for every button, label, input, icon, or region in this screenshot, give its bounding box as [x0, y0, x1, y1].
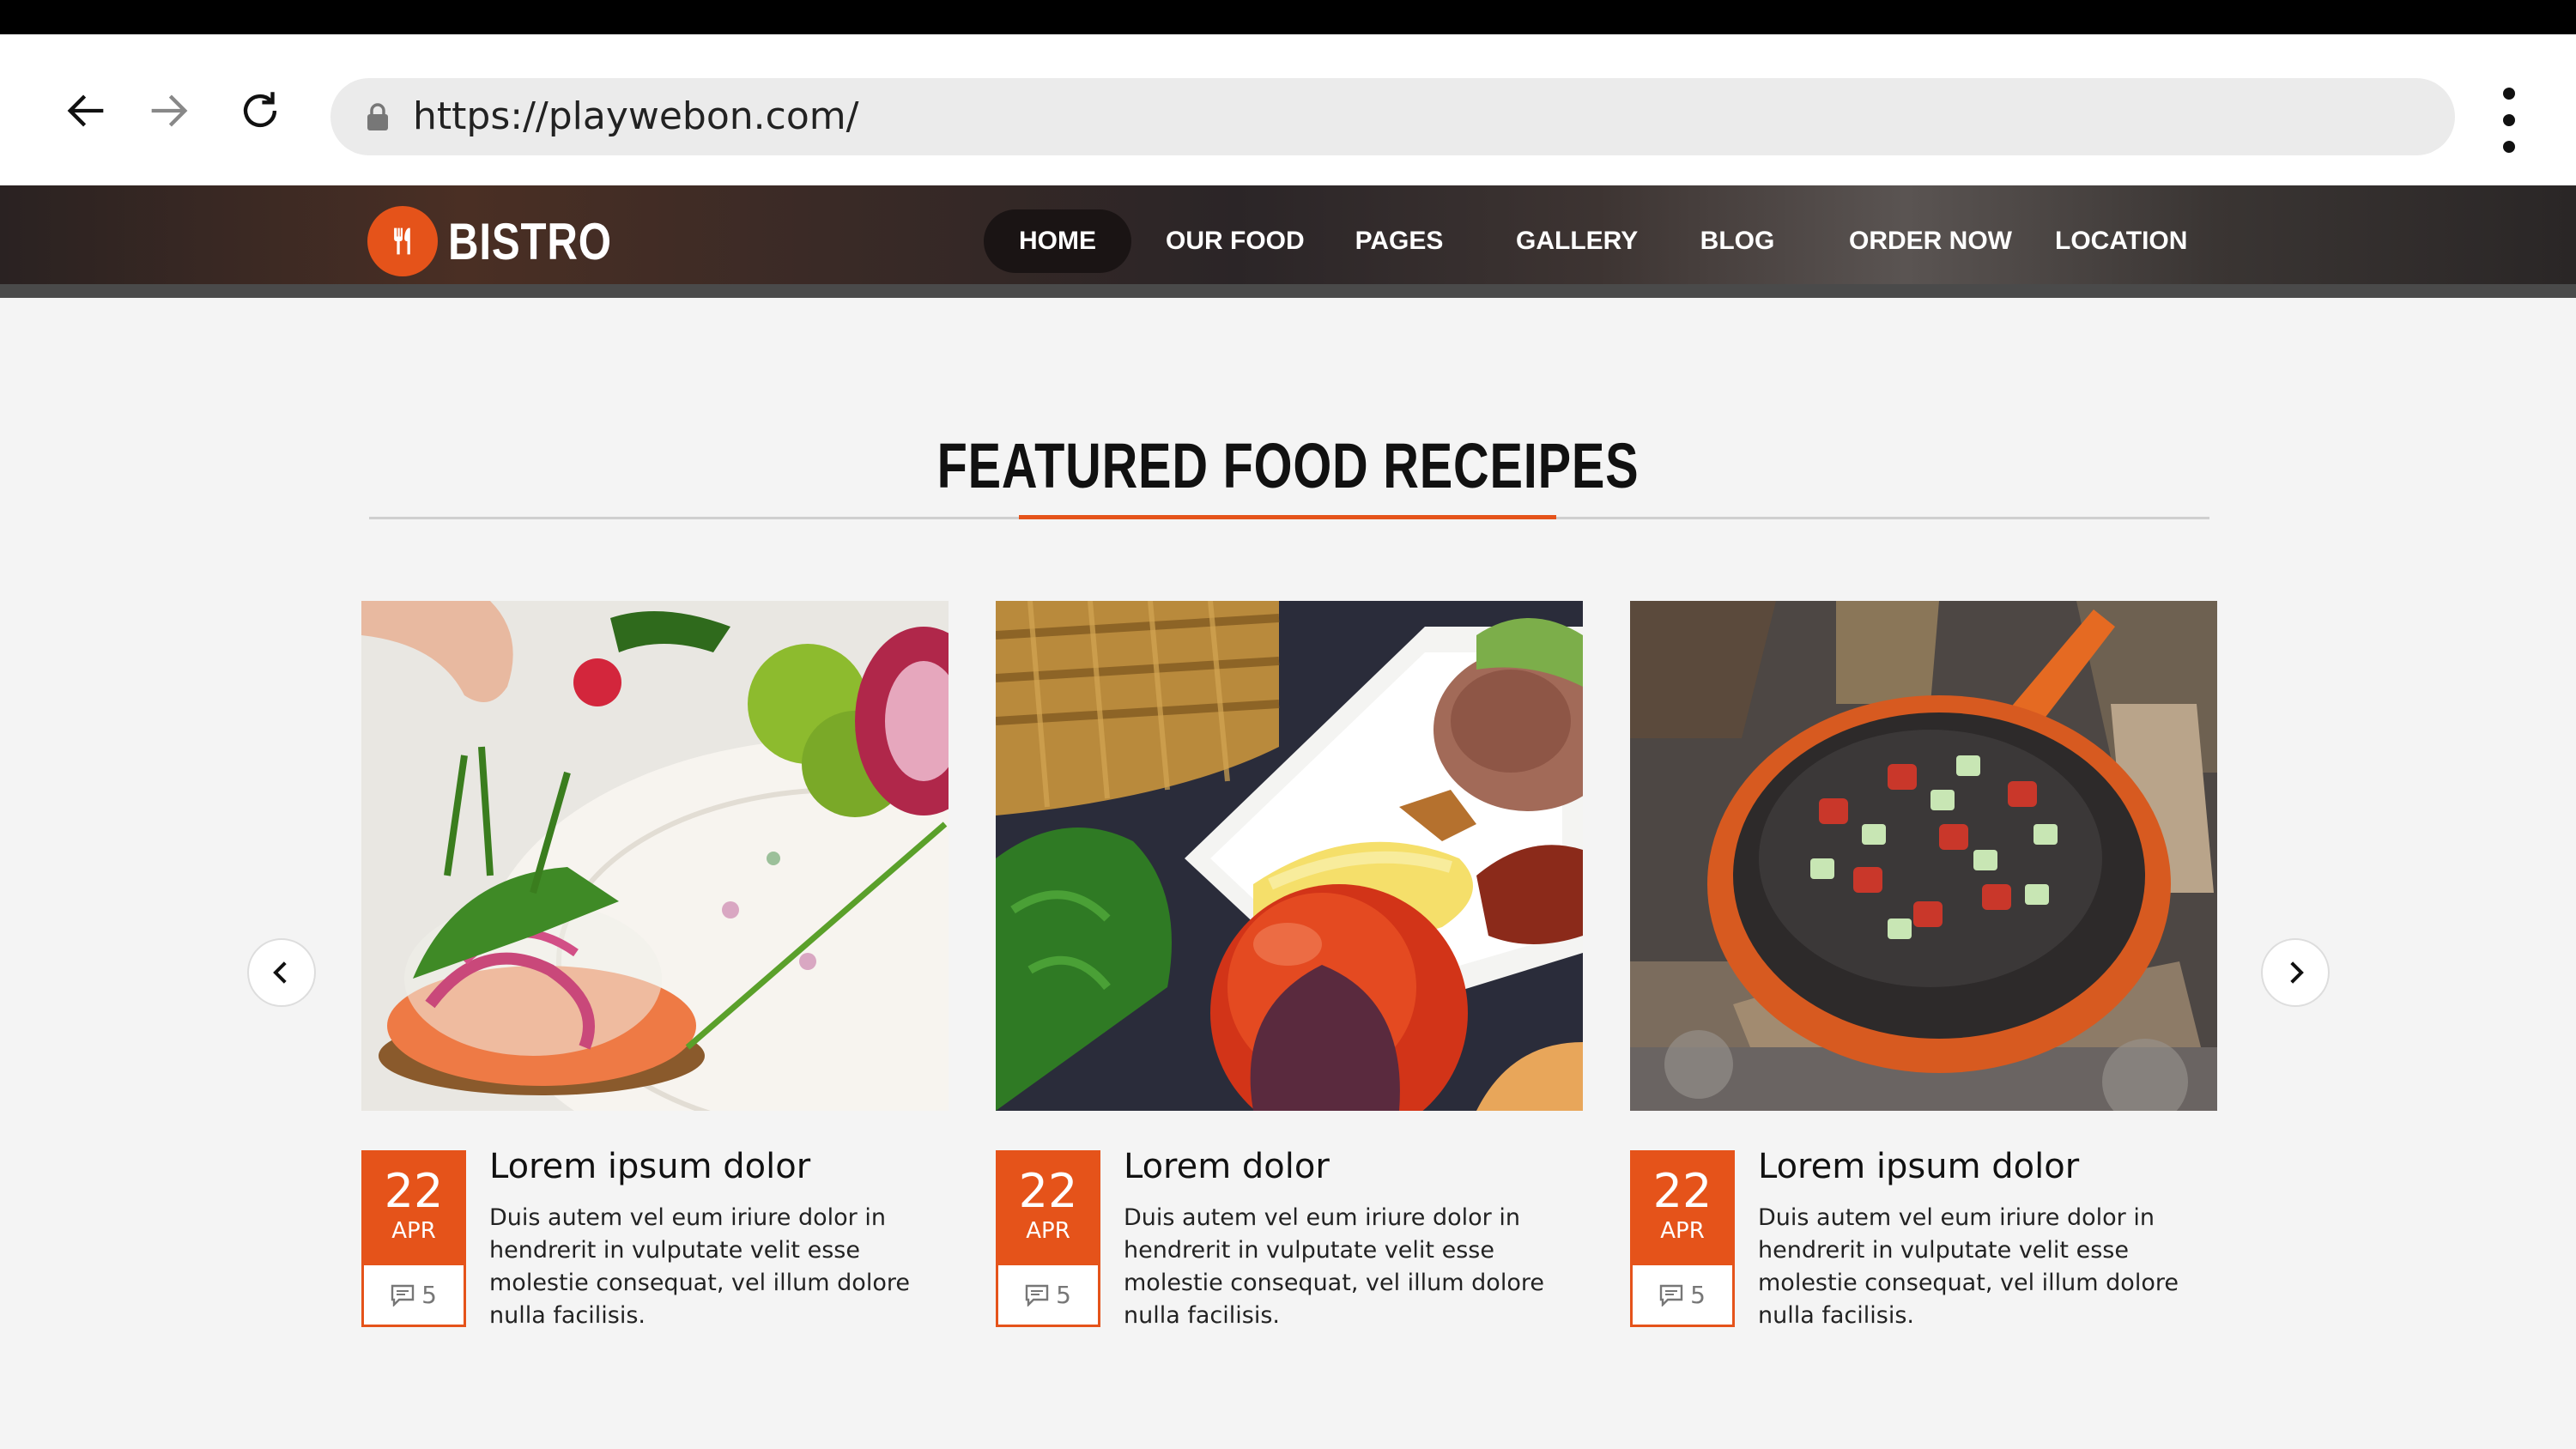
- comment-count-value: 5: [1690, 1281, 1706, 1309]
- comment-count-value: 5: [1056, 1281, 1071, 1309]
- comment-icon: [1659, 1284, 1683, 1307]
- date-day: 22: [1652, 1164, 1712, 1218]
- comment-count[interactable]: 5: [364, 1265, 464, 1325]
- recipe-excerpt: Duis autem vel eum iriure dolor in hendr…: [1758, 1204, 2179, 1329]
- date-month: APR: [1026, 1218, 1070, 1244]
- title-underline-accent: [1019, 515, 1556, 519]
- pan-over-campfire-image: [1630, 601, 2217, 1111]
- carousel-next-button[interactable]: [2261, 938, 2330, 1007]
- rice-and-vegetables-plate-image: [996, 601, 1583, 1111]
- browser-toolbar: https://playwebon.com/: [0, 34, 2576, 185]
- date-badge: 22 APR 5: [996, 1150, 1100, 1327]
- salmon-toast-plate-image: [361, 601, 949, 1111]
- comment-icon: [1025, 1284, 1049, 1307]
- date-day: 22: [1018, 1164, 1078, 1218]
- date-badge-top: 22 APR: [998, 1153, 1098, 1265]
- nav-pages[interactable]: PAGES: [1351, 209, 1447, 273]
- recipe-card: 22 APR 5 Lorem ipsum dolor Duis autem ve…: [1630, 601, 2217, 1329]
- carousel-prev-button[interactable]: [247, 938, 316, 1007]
- recipe-image[interactable]: [1630, 601, 2217, 1111]
- nav-our-food[interactable]: OUR FOOD: [1166, 209, 1305, 273]
- recipe-card: 22 APR 5 Lorem dolor Duis autem vel eum …: [996, 601, 1583, 1329]
- recipe-title[interactable]: Lorem dolor: [1124, 1147, 1579, 1186]
- recipe-image[interactable]: [996, 601, 1583, 1111]
- date-day: 22: [384, 1164, 444, 1218]
- date-badge: 22 APR 5: [361, 1150, 466, 1327]
- lock-icon: [367, 103, 388, 130]
- recipe-title[interactable]: Lorem ipsum dolor: [489, 1147, 944, 1186]
- comment-count[interactable]: 5: [1633, 1265, 1732, 1325]
- kebab-menu-icon[interactable]: [2494, 88, 2524, 153]
- date-badge-top: 22 APR: [364, 1153, 464, 1265]
- chevron-left-icon: [273, 961, 287, 984]
- date-month: APR: [1660, 1218, 1705, 1244]
- url-text: https://playwebon.com/: [413, 94, 859, 138]
- status-bar: [0, 0, 2576, 34]
- nav-home[interactable]: HOME: [984, 209, 1131, 273]
- recipe-title[interactable]: Lorem ipsum dolor: [1758, 1147, 2213, 1186]
- recipe-image[interactable]: [361, 601, 949, 1111]
- nav-blog[interactable]: BLOG: [1700, 209, 1775, 273]
- recipe-excerpt: Duis autem vel eum iriure dolor in hendr…: [489, 1204, 910, 1329]
- forward-arrow-icon[interactable]: [138, 85, 198, 136]
- nav-location[interactable]: LOCATION: [2055, 209, 2187, 273]
- site-header: BISTRO HOME OUR FOOD PAGES GALLERY BLOG …: [0, 185, 2576, 298]
- date-month: APR: [391, 1218, 436, 1244]
- fork-knife-icon: [367, 206, 438, 276]
- recipe-card: 22 APR 5 Lorem ipsum dolor Duis autem ve…: [361, 601, 949, 1329]
- comment-icon: [391, 1284, 415, 1307]
- address-bar[interactable]: https://playwebon.com/: [330, 78, 2455, 155]
- nav-gallery[interactable]: GALLERY: [1516, 209, 1638, 273]
- recipe-excerpt: Duis autem vel eum iriure dolor in hendr…: [1124, 1204, 1544, 1329]
- section-title: FEATURED FOOD RECEIPES: [936, 430, 1640, 501]
- date-badge-top: 22 APR: [1633, 1153, 1732, 1265]
- nav-order-now[interactable]: ORDER NOW: [1849, 209, 2012, 273]
- chevron-right-icon: [2290, 961, 2304, 984]
- comment-count[interactable]: 5: [998, 1265, 1098, 1325]
- back-arrow-icon[interactable]: [57, 85, 117, 136]
- comment-count-value: 5: [421, 1281, 437, 1309]
- site-logo[interactable]: BISTRO: [367, 206, 648, 276]
- featured-section: FEATURED FOOD RECEIPES 22 APR 5 Lorem ip…: [0, 298, 2576, 1449]
- logo-text: BISTRO: [448, 212, 612, 270]
- date-badge: 22 APR 5: [1630, 1150, 1735, 1327]
- reload-icon[interactable]: [230, 85, 290, 136]
